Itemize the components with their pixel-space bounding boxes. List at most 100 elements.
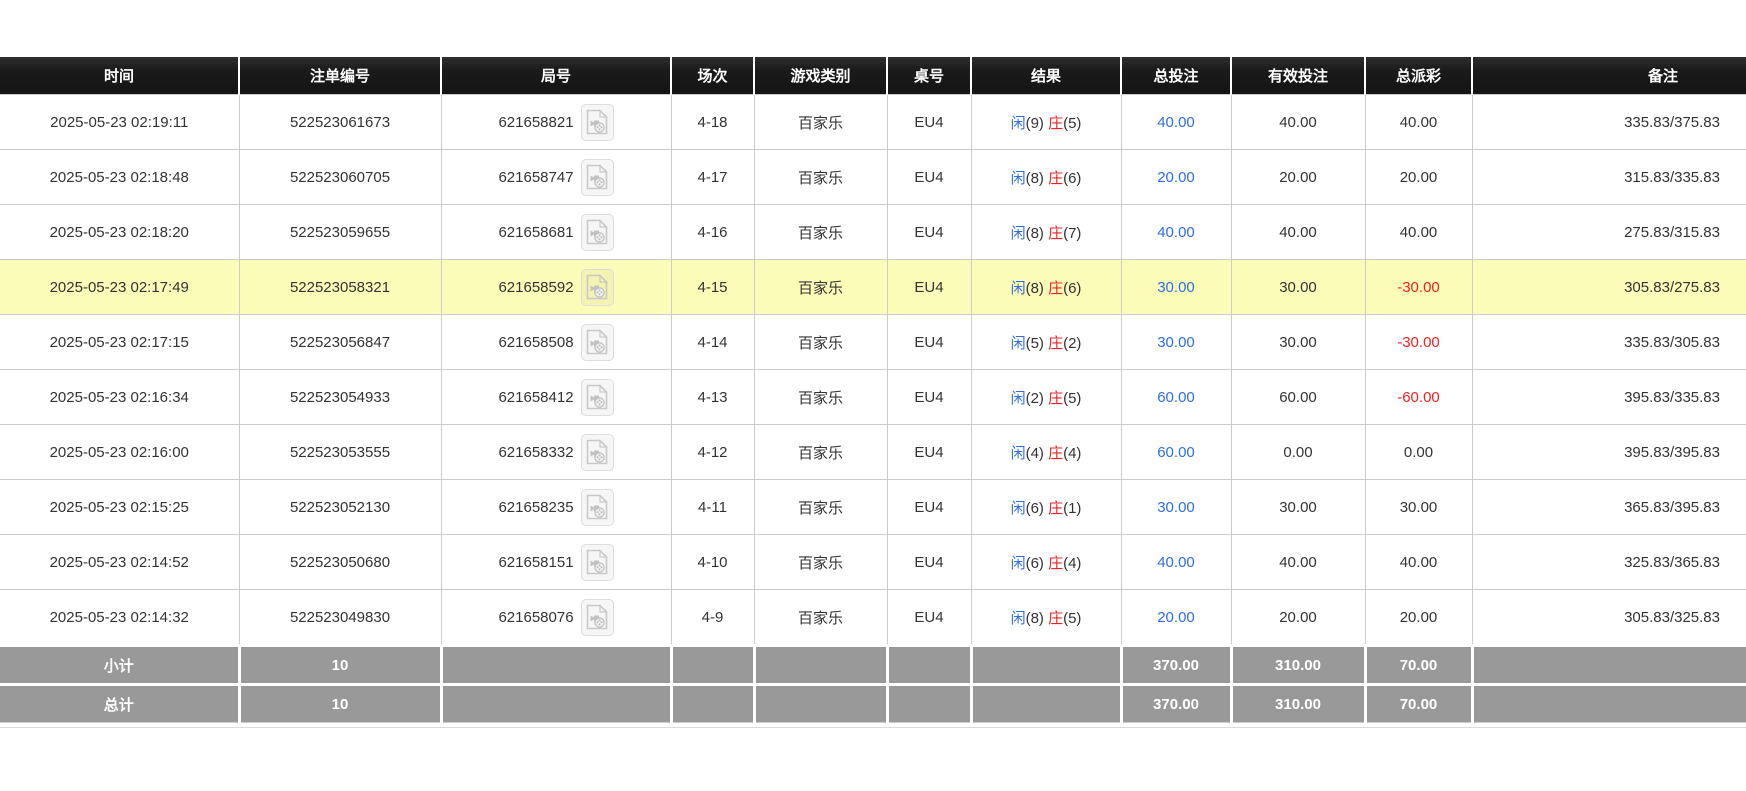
remark-cell: 305.83/275.83 [1472, 260, 1746, 315]
total-bet-cell[interactable]: 30.00 [1121, 480, 1231, 535]
grand-total-valid-bet: 310.00 [1231, 685, 1365, 723]
video-button[interactable] [581, 379, 614, 416]
player-label: 闲 [1011, 610, 1026, 627]
col-header-valid-bet: 有效投注 [1231, 57, 1365, 95]
table-body: 2025-05-23 02:19:11522523061673621658821… [0, 95, 1746, 646]
remark-cell: 305.83/325.83 [1472, 590, 1746, 646]
round-no-cell: 621658235 [441, 480, 671, 535]
video-button[interactable] [581, 104, 614, 141]
round-no-cell: 621658747 [441, 150, 671, 205]
remark-cell: 275.83/315.83 [1472, 205, 1746, 260]
table-no-cell: EU4 [887, 205, 971, 260]
remark-cell: 365.83/395.83 [1472, 480, 1746, 535]
total-bet-cell[interactable]: 20.00 [1121, 590, 1231, 646]
col-header-game-type: 游戏类别 [754, 57, 887, 95]
table-row: 2025-05-23 02:17:49522523058321621658592… [0, 260, 1746, 315]
grand-total-empty-result [971, 685, 1121, 723]
grand-total-count: 10 [239, 685, 441, 723]
video-button[interactable] [581, 269, 614, 306]
valid-bet-cell: 0.00 [1231, 425, 1365, 480]
session-cell: 4-13 [671, 370, 754, 425]
video-button[interactable] [581, 159, 614, 196]
session-cell: 4-18 [671, 95, 754, 150]
table-no-cell: EU4 [887, 480, 971, 535]
bet-no-cell: 522523052130 [239, 480, 441, 535]
grand-total-payout: 70.00 [1365, 685, 1472, 723]
grand-total-empty-table [887, 685, 971, 723]
bet-no-cell: 522523054933 [239, 370, 441, 425]
player-label: 闲 [1011, 500, 1026, 517]
col-header-payout: 总派彩 [1365, 57, 1472, 95]
round-no: 621658681 [498, 224, 573, 241]
table-row: 2025-05-23 02:18:48522523060705621658747… [0, 150, 1746, 205]
subtotal-count: 10 [239, 646, 441, 685]
table-row: 2025-05-23 02:15:25522523052130621658235… [0, 480, 1746, 535]
total-bet-cell[interactable]: 40.00 [1121, 205, 1231, 260]
subtotal-payout: 70.00 [1365, 646, 1472, 685]
table-no-cell: EU4 [887, 260, 971, 315]
video-button[interactable] [581, 214, 614, 251]
payout-cell: 40.00 [1365, 205, 1472, 260]
round-no-cell: 621658412 [441, 370, 671, 425]
total-bet-cell[interactable]: 40.00 [1121, 95, 1231, 150]
video-file-icon [586, 219, 608, 245]
video-button[interactable] [581, 434, 614, 471]
valid-bet-cell: 40.00 [1231, 95, 1365, 150]
round-no-cell: 621658076 [441, 590, 671, 646]
video-file-icon [586, 549, 608, 575]
table-no-cell: EU4 [887, 95, 971, 150]
valid-bet-cell: 40.00 [1231, 535, 1365, 590]
grand-total-label: 总计 [0, 685, 239, 723]
round-no: 621658592 [498, 279, 573, 296]
subtotal-empty-table [887, 646, 971, 685]
total-bet-cell[interactable]: 60.00 [1121, 370, 1231, 425]
game-type-cell: 百家乐 [754, 590, 887, 646]
result-cell: 闲(8) 庄(6) [971, 260, 1121, 315]
video-button[interactable] [581, 544, 614, 581]
game-type-cell: 百家乐 [754, 480, 887, 535]
session-cell: 4-12 [671, 425, 754, 480]
result-cell: 闲(2) 庄(5) [971, 370, 1121, 425]
video-button[interactable] [581, 489, 614, 526]
game-type-cell: 百家乐 [754, 260, 887, 315]
video-file-icon [586, 494, 608, 520]
valid-bet-cell: 30.00 [1231, 480, 1365, 535]
session-cell: 4-10 [671, 535, 754, 590]
col-header-bet-no: 注单编号 [239, 57, 441, 95]
total-bet-cell[interactable]: 60.00 [1121, 425, 1231, 480]
table-no-cell: EU4 [887, 150, 971, 205]
video-file-icon [586, 274, 608, 300]
video-file-icon [586, 329, 608, 355]
game-type-cell: 百家乐 [754, 425, 887, 480]
table-row: 2025-05-23 02:16:00522523053555621658332… [0, 425, 1746, 480]
total-bet-cell[interactable]: 30.00 [1121, 315, 1231, 370]
player-label: 闲 [1011, 445, 1026, 462]
session-cell: 4-15 [671, 260, 754, 315]
video-button[interactable] [581, 324, 614, 361]
subtotal-empty-round [441, 646, 671, 685]
bet-records-panel: 时间 注单编号 局号 场次 游戏类别 桌号 结果 总投注 有效投注 总派彩 备注… [0, 57, 1746, 728]
table-row: 2025-05-23 02:18:20522523059655621658681… [0, 205, 1746, 260]
total-bet-cell[interactable]: 20.00 [1121, 150, 1231, 205]
valid-bet-cell: 20.00 [1231, 590, 1365, 646]
col-header-remark: 备注 [1472, 57, 1746, 95]
player-label: 闲 [1011, 115, 1026, 132]
total-bet-cell[interactable]: 30.00 [1121, 260, 1231, 315]
payout-cell: 20.00 [1365, 150, 1472, 205]
round-no: 621658821 [498, 114, 573, 131]
bet-records-table: 时间 注单编号 局号 场次 游戏类别 桌号 结果 总投注 有效投注 总派彩 备注… [0, 57, 1746, 723]
total-bet-cell[interactable]: 40.00 [1121, 535, 1231, 590]
table-summary: 小计 10 370.00 310.00 70.00 总计 10 [0, 646, 1746, 723]
remark-cell: 395.83/335.83 [1472, 370, 1746, 425]
payout-cell: 30.00 [1365, 480, 1472, 535]
payout-cell: -30.00 [1365, 315, 1472, 370]
time-cell: 2025-05-23 02:18:48 [0, 150, 239, 205]
payout-cell: 40.00 [1365, 95, 1472, 150]
video-button[interactable] [581, 599, 614, 636]
banker-label: 庄 [1048, 500, 1063, 517]
bet-no-cell: 522523061673 [239, 95, 441, 150]
subtotal-empty-result [971, 646, 1121, 685]
video-file-icon [586, 439, 608, 465]
result-cell: 闲(8) 庄(5) [971, 590, 1121, 646]
round-no-cell: 621658592 [441, 260, 671, 315]
